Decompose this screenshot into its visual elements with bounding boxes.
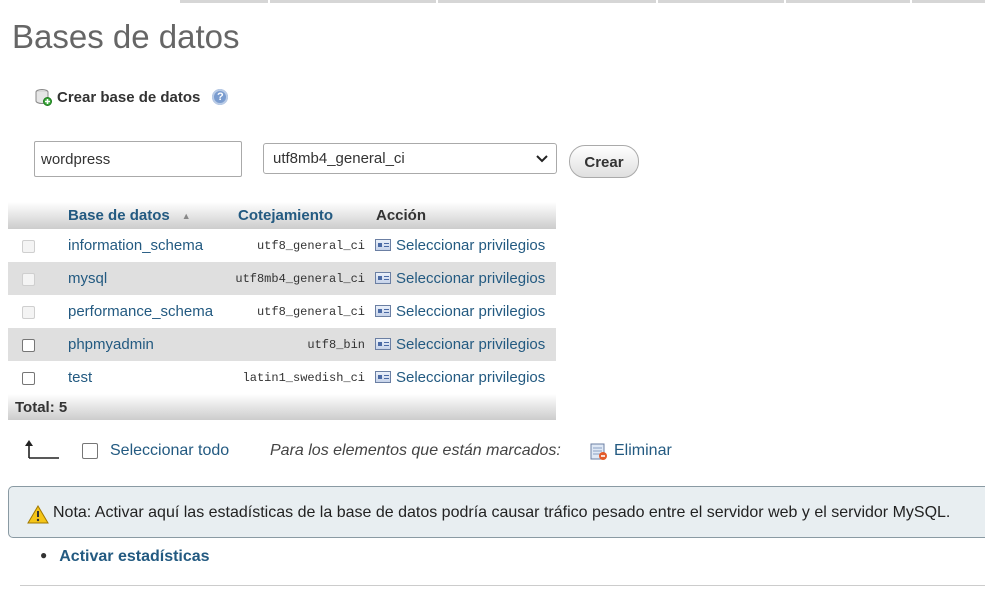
delete-icon xyxy=(590,443,607,460)
top-tab-strip xyxy=(0,0,985,3)
arrow-up-left-icon xyxy=(25,440,59,459)
table-total-row: Total: 5 xyxy=(8,394,556,420)
privileges-icon xyxy=(375,239,391,251)
divider xyxy=(20,585,985,586)
enable-statistics-link[interactable]: Activar estadísticas xyxy=(59,548,209,565)
select-all-checkbox[interactable] xyxy=(82,443,98,459)
row-checkbox[interactable] xyxy=(22,371,35,385)
select-privileges-link[interactable]: Seleccionar privilegios xyxy=(370,328,556,361)
create-database-heading: Crear base de datos ? xyxy=(34,88,229,106)
bullet-icon: ● xyxy=(40,548,48,562)
database-name-link[interactable]: information_schema xyxy=(62,229,232,262)
header-checkbox-cell xyxy=(8,202,62,229)
privileges-icon xyxy=(375,305,391,317)
table-row: information_schema utf8_general_ci Selec… xyxy=(8,229,556,262)
table-row: phpmyadmin utf8_bin Seleccionar privileg… xyxy=(8,328,556,361)
collation-value: utf8mb4_general_ci xyxy=(232,262,370,295)
row-checkbox xyxy=(22,272,35,286)
help-icon[interactable]: ? xyxy=(212,89,229,105)
collation-selected-value: utf8mb4_general_ci xyxy=(273,150,405,167)
table-row: mysql utf8mb4_general_ci Seleccionar pri… xyxy=(8,262,556,295)
total-count: Total: 5 xyxy=(8,394,556,420)
database-add-icon xyxy=(34,88,52,106)
select-privileges-link[interactable]: Seleccionar privilegios xyxy=(370,262,556,295)
database-name-link[interactable]: performance_schema xyxy=(62,295,232,328)
header-action: Acción xyxy=(370,202,556,229)
stats-list-item: ● Activar estadísticas xyxy=(40,548,210,566)
delete-link[interactable]: Eliminar xyxy=(614,442,672,460)
row-checkbox[interactable] xyxy=(22,338,35,352)
sort-ascending-icon: ▲ xyxy=(181,211,191,221)
row-checkbox xyxy=(22,305,35,319)
marked-items-label: Para los elementos que están marcados: xyxy=(270,442,561,459)
select-privileges-link[interactable]: Seleccionar privilegios xyxy=(370,229,556,262)
table-header-row: Base de datos ▲ Cotejamiento Acción xyxy=(8,202,556,229)
select-privileges-link[interactable]: Seleccionar privilegios xyxy=(370,295,556,328)
create-button[interactable]: Crear xyxy=(569,145,639,178)
create-database-label: Crear base de datos xyxy=(57,88,201,106)
table-row: performance_schema utf8_general_ci Selec… xyxy=(8,295,556,328)
notice-text: Nota: Activar aquí las estadísticas de l… xyxy=(53,504,951,521)
select-privileges-link[interactable]: Seleccionar privilegios xyxy=(370,361,556,394)
collation-value: utf8_general_ci xyxy=(232,229,370,262)
collation-select[interactable]: utf8mb4_general_ci xyxy=(263,143,557,174)
collation-value: utf8_general_ci xyxy=(232,295,370,328)
privileges-icon xyxy=(375,338,391,350)
row-checkbox xyxy=(22,239,35,253)
privileges-icon xyxy=(375,371,391,383)
notice-box: Nota: Activar aquí las estadísticas de l… xyxy=(8,486,985,538)
database-name-link[interactable]: phpmyadmin xyxy=(62,328,232,361)
database-name-input[interactable] xyxy=(34,141,242,177)
page-title: Bases de datos xyxy=(12,18,240,55)
database-table: Base de datos ▲ Cotejamiento Acción infor… xyxy=(8,202,556,420)
chevron-down-icon xyxy=(536,155,548,163)
warning-icon xyxy=(27,505,49,524)
database-name-link[interactable]: test xyxy=(62,361,232,394)
database-name-link[interactable]: mysql xyxy=(62,262,232,295)
collation-value: utf8_bin xyxy=(232,328,370,361)
select-all-label[interactable]: Seleccionar todo xyxy=(110,442,229,460)
table-row: test latin1_swedish_ci Seleccionar privi… xyxy=(8,361,556,394)
privileges-icon xyxy=(375,272,391,284)
bulk-actions: Seleccionar todo Para los elementos que … xyxy=(24,438,724,464)
collation-value: latin1_swedish_ci xyxy=(232,361,370,394)
header-collation[interactable]: Cotejamiento xyxy=(232,202,370,229)
header-database-name[interactable]: Base de datos ▲ xyxy=(62,202,232,229)
